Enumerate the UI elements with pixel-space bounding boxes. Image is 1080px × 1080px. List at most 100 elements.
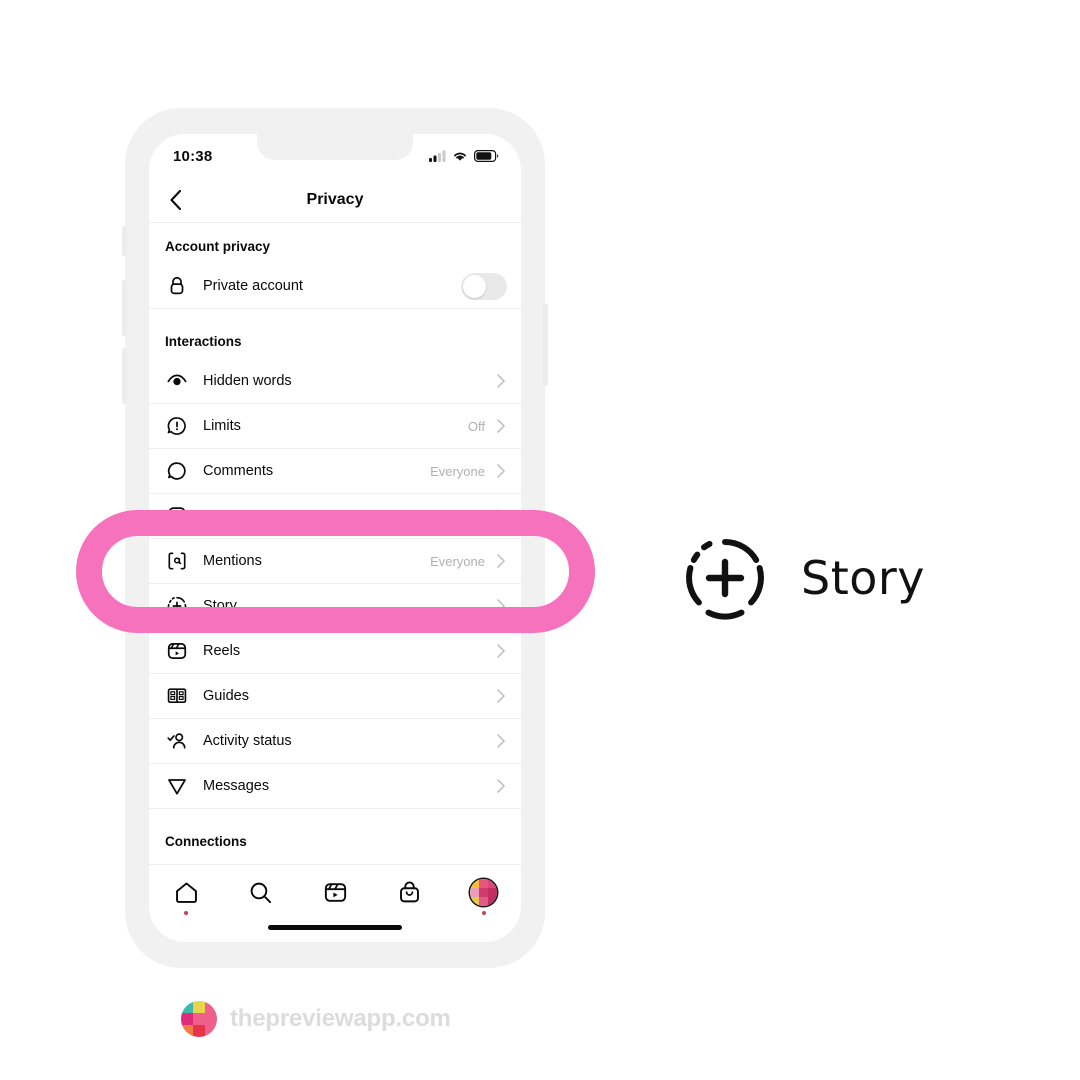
logo-cell: [181, 1025, 193, 1037]
tab-search[interactable]: [223, 879, 297, 915]
notification-dot: [259, 911, 263, 915]
plus-square-icon: [165, 504, 189, 528]
section-header: Interactions: [165, 334, 242, 349]
tab-shop[interactable]: [372, 879, 446, 915]
guides-icon: [165, 684, 189, 708]
volume-up-button: [122, 280, 127, 336]
settings-row-value: Off: [467, 418, 485, 434]
status-bar: 10:38: [149, 134, 521, 178]
wifi-icon: [452, 150, 468, 162]
phone-mockup: 10:38 Privacy Account privacy Private ac…: [122, 108, 548, 968]
story-icon: [165, 594, 189, 618]
settings-row-label: Comments: [203, 463, 274, 479]
tab-home[interactable]: [149, 879, 223, 915]
logo-cell: [205, 1013, 217, 1025]
settings-row-label: Private account: [203, 278, 303, 294]
lock-icon: [165, 274, 189, 298]
settings-row-hidden-words[interactable]: Hidden words: [149, 359, 521, 403]
chevron-right-icon: [495, 599, 507, 613]
toggle-knob: [463, 274, 486, 298]
avatar-cell: [479, 888, 489, 897]
chevron-left-icon: [168, 189, 184, 211]
settings-row-label: Guides: [203, 688, 249, 704]
settings-row-value: Everyone: [430, 553, 485, 569]
settings-row-guides[interactable]: Guides: [149, 674, 521, 718]
settings-row-limits[interactable]: Limits Off: [149, 404, 521, 448]
messages-icon: [165, 774, 189, 798]
watermark-text: thepreviewapp.com: [230, 1005, 451, 1032]
avatar: [470, 879, 498, 906]
logo-cell: [193, 1001, 205, 1013]
limits-icon: [165, 414, 189, 438]
story-add-icon: [683, 536, 767, 620]
eye-icon: [165, 369, 189, 393]
shop-icon: [396, 879, 423, 906]
chevron-right-icon: [495, 779, 507, 793]
private-account-toggle[interactable]: [461, 272, 507, 300]
chevron-right-icon: [495, 464, 507, 478]
reels-icon: [165, 639, 189, 663]
settings-row-comments[interactable]: Comments Everyone: [149, 449, 521, 493]
back-button[interactable]: [163, 187, 189, 213]
page-title: Privacy: [306, 191, 364, 208]
cellular-signal-icon: [429, 150, 446, 162]
chevron-right-icon: [495, 374, 507, 388]
settings-row-mentions[interactable]: Mentions Everyone: [149, 539, 521, 583]
notification-dot: [184, 911, 189, 915]
settings-row-posts[interactable]: Posts: [149, 494, 521, 538]
nav-header: Privacy: [149, 178, 521, 223]
phone-screen: 10:38 Privacy Account privacy Private ac…: [149, 134, 521, 942]
avatar-cell: [470, 888, 480, 897]
bottom-tab-bar: [149, 864, 521, 942]
comment-icon: [165, 459, 189, 483]
avatar-cell: [479, 879, 489, 888]
watermark: thepreviewapp.com: [181, 1001, 451, 1037]
chevron-right-icon: [495, 644, 507, 658]
status-clock: 10:38: [173, 147, 213, 165]
reels-tab-icon: [322, 879, 349, 906]
preview-grid-logo-icon: [181, 1001, 217, 1037]
power-button: [543, 304, 548, 386]
chevron-right-icon: [495, 689, 507, 703]
notification-dot: [481, 911, 486, 915]
logo-cell: [181, 1013, 193, 1025]
notification-dot: [333, 911, 337, 915]
settings-row-private-account[interactable]: Private account: [149, 264, 521, 308]
section-header: Connections: [165, 834, 247, 849]
chevron-right-icon: [495, 554, 507, 568]
chevron-right-icon: [495, 509, 507, 523]
settings-row-label: Hidden words: [203, 373, 292, 389]
activity-icon: [165, 729, 189, 753]
settings-row-label: Reels: [203, 643, 241, 659]
settings-row-reels[interactable]: Reels: [149, 629, 521, 673]
volume-down-button: [122, 348, 127, 404]
search-icon: [247, 879, 274, 906]
avatar-cell: [488, 897, 498, 906]
settings-row-label: Story: [203, 598, 237, 614]
chevron-right-icon: [495, 734, 507, 748]
tab-profile[interactable]: [447, 879, 521, 915]
mute-switch: [122, 226, 127, 256]
avatar-cell: [488, 888, 498, 897]
tab-reels[interactable]: [298, 879, 372, 915]
mention-icon: [165, 549, 189, 573]
logo-cell: [193, 1013, 205, 1025]
home-icon: [173, 879, 200, 906]
avatar-cell: [470, 897, 480, 906]
settings-row-activity-status[interactable]: Activity status: [149, 719, 521, 763]
avatar-cell: [479, 897, 489, 906]
logo-cell: [181, 1001, 193, 1013]
settings-row-messages[interactable]: Messages: [149, 764, 521, 808]
section-separator: [149, 808, 521, 818]
settings-row-label: Posts: [203, 508, 240, 524]
status-icons: [429, 150, 499, 162]
settings-row-value: Everyone: [430, 463, 485, 479]
avatar-cell: [470, 879, 480, 888]
chevron-right-icon: [495, 419, 507, 433]
settings-row-story[interactable]: Story: [149, 584, 521, 628]
settings-row-label: Limits: [203, 418, 241, 434]
logo-cell: [193, 1025, 205, 1037]
battery-icon: [474, 150, 499, 162]
logo-cell: [205, 1001, 217, 1013]
settings-list: Account privacy Private account Interactio…: [149, 223, 521, 903]
